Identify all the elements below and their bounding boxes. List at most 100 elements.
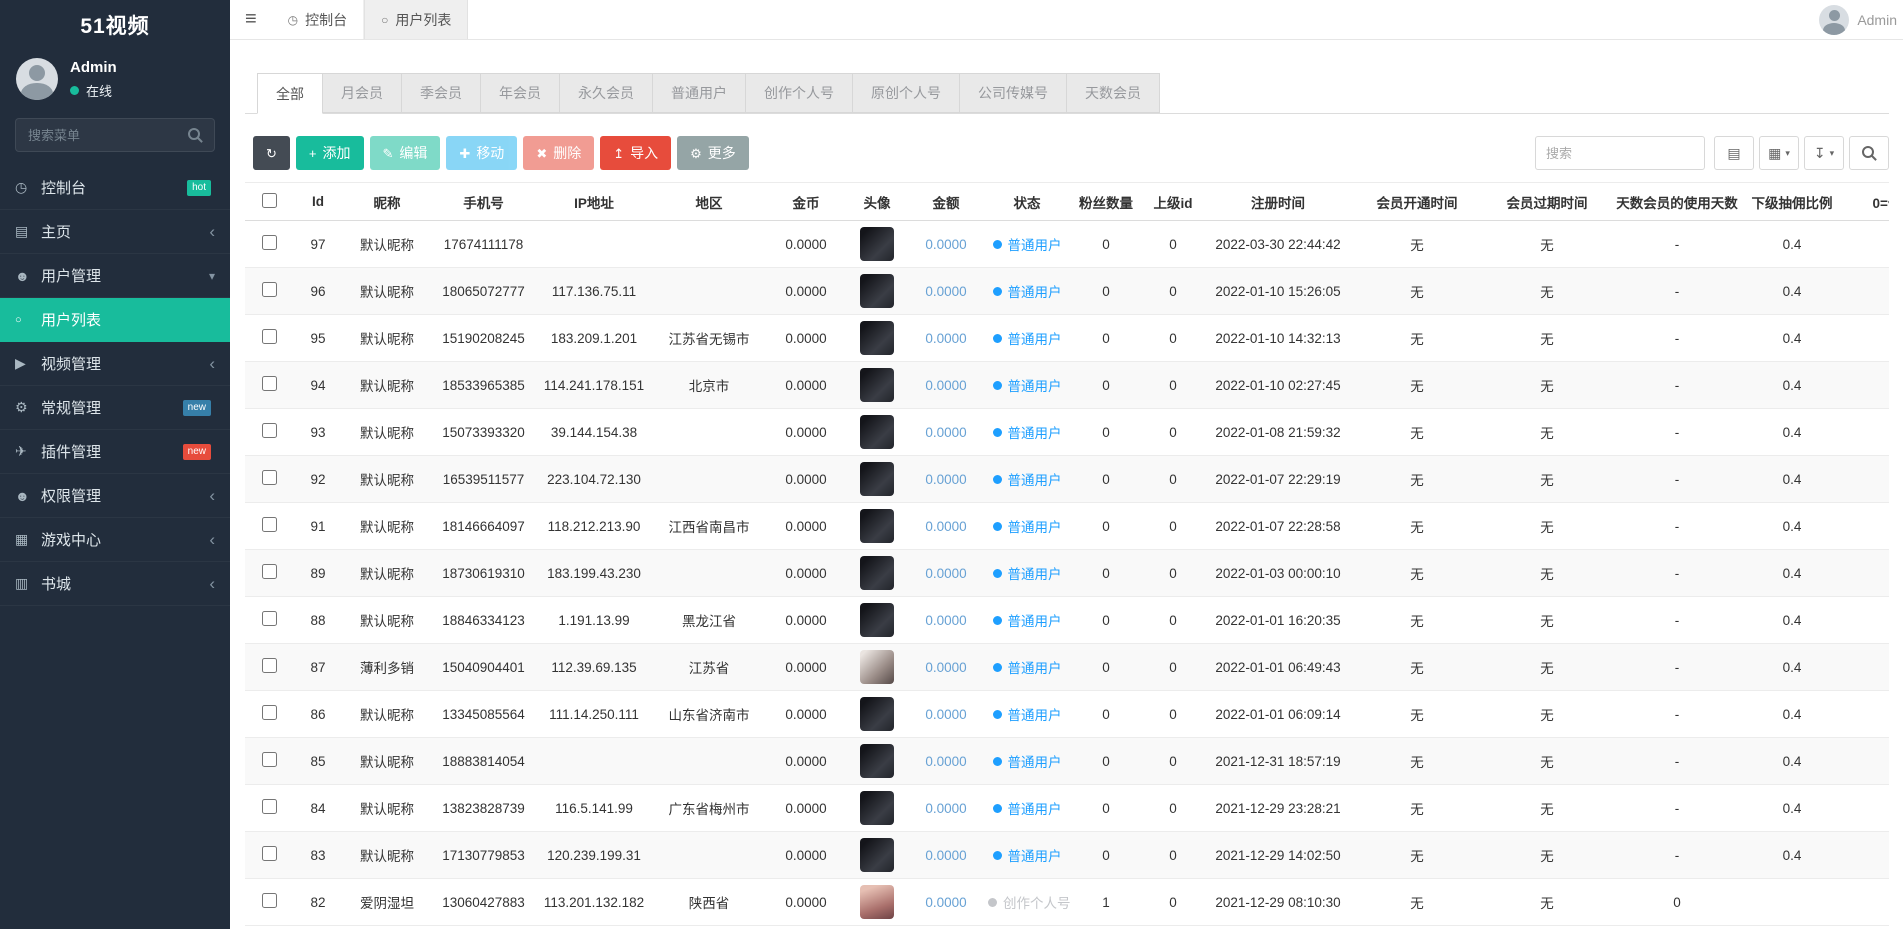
sidebar-item-user-management[interactable]: ☻用户管理▾: [0, 254, 230, 298]
filter-tab-3[interactable]: 年会员: [480, 73, 560, 113]
row-avatar-image[interactable]: [860, 321, 894, 355]
row-checkbox[interactable]: [262, 470, 277, 485]
select-all-checkbox[interactable]: [262, 193, 277, 208]
row-checkbox[interactable]: [262, 517, 277, 532]
cell-amount: 0.0000: [908, 738, 984, 785]
row-checkbox[interactable]: [262, 658, 277, 673]
search-icon[interactable]: [188, 128, 202, 142]
sidebar-item-general-management[interactable]: ⚙常规管理new: [0, 386, 230, 430]
tab-console[interactable]: ◷控制台: [272, 0, 364, 39]
status-badge: 普通用户: [993, 328, 1062, 348]
filter-tab-0[interactable]: 全部: [257, 73, 323, 114]
row-avatar-image[interactable]: [860, 368, 894, 402]
row-avatar-image[interactable]: [860, 227, 894, 261]
search-button[interactable]: [1849, 136, 1889, 170]
cell-ip: 39.144.154.38: [536, 409, 652, 456]
row-avatar-image[interactable]: [860, 274, 894, 308]
cell-state: [1842, 785, 1889, 832]
amount-link[interactable]: 0.0000: [925, 425, 966, 440]
filter-tab-4[interactable]: 永久会员: [559, 73, 653, 113]
filter-tab-8[interactable]: 公司传媒号: [959, 73, 1067, 113]
table-search-input[interactable]: [1535, 136, 1705, 170]
filter-tab-1[interactable]: 月会员: [322, 73, 402, 113]
amount-link[interactable]: 0.0000: [925, 566, 966, 581]
amount-link[interactable]: 0.0000: [925, 801, 966, 816]
more-button[interactable]: ⚙更多: [677, 136, 749, 170]
sidebar-item-game-center[interactable]: ▦游戏中心‹: [0, 518, 230, 562]
sidebar-item-home[interactable]: ▤主页‹: [0, 210, 230, 254]
import-button[interactable]: ↥导入: [600, 136, 671, 170]
row-checkbox[interactable]: [262, 846, 277, 861]
row-checkbox[interactable]: [262, 235, 277, 250]
amount-link[interactable]: 0.0000: [925, 613, 966, 628]
row-checkbox[interactable]: [262, 376, 277, 391]
cell-status: 普通用户: [984, 221, 1070, 268]
sidebar-item-plugin-management[interactable]: ✈插件管理new: [0, 430, 230, 474]
cell-nickname: 默认昵称: [343, 550, 431, 597]
status-dot-icon: [993, 334, 1002, 343]
sidebar-search-input[interactable]: [15, 118, 215, 152]
amount-link[interactable]: 0.0000: [925, 895, 966, 910]
amount-link[interactable]: 0.0000: [925, 660, 966, 675]
caret-down-icon: ▾: [1830, 148, 1835, 159]
export-button[interactable]: ↧▾: [1804, 136, 1844, 170]
sidebar-item-dashboard[interactable]: ◷控制台hot: [0, 166, 230, 210]
row-checkbox[interactable]: [262, 329, 277, 344]
delete-button[interactable]: ✖删除: [523, 136, 594, 170]
refresh-button[interactable]: ↻: [253, 136, 290, 170]
row-avatar-image[interactable]: [860, 697, 894, 731]
topbar-user[interactable]: Admin: [1819, 0, 1897, 40]
cell-status: 普通用户: [984, 597, 1070, 644]
cell-phone: 18533965385: [431, 362, 536, 409]
row-checkbox[interactable]: [262, 423, 277, 438]
filter-tab-9[interactable]: 天数会员: [1066, 73, 1160, 113]
cell-state: [1842, 456, 1889, 503]
columns-button[interactable]: ▦▾: [1759, 136, 1799, 170]
tab-user-list[interactable]: ○用户列表: [364, 0, 468, 39]
amount-link[interactable]: 0.0000: [925, 848, 966, 863]
row-avatar-image[interactable]: [860, 556, 894, 590]
cell-days: -: [1612, 785, 1742, 832]
hamburger-icon[interactable]: ≡: [230, 0, 272, 39]
row-avatar-image[interactable]: [860, 650, 894, 684]
row-avatar-image[interactable]: [860, 603, 894, 637]
filter-tab-7[interactable]: 原创个人号: [852, 73, 960, 113]
sidebar-item-video-management[interactable]: ▶视频管理‹: [0, 342, 230, 386]
cell-state: [1842, 550, 1889, 597]
amount-link[interactable]: 0.0000: [925, 519, 966, 534]
row-avatar-image[interactable]: [860, 415, 894, 449]
move-button[interactable]: ✚移动: [446, 136, 517, 170]
sidebar-item-book-city[interactable]: ▥书城‹: [0, 562, 230, 606]
amount-link[interactable]: 0.0000: [925, 284, 966, 299]
sidebar-item-user-list[interactable]: ○用户列表: [0, 298, 230, 342]
row-avatar-image[interactable]: [860, 838, 894, 872]
row-checkbox[interactable]: [262, 282, 277, 297]
amount-link[interactable]: 0.0000: [925, 707, 966, 722]
amount-link[interactable]: 0.0000: [925, 378, 966, 393]
amount-link[interactable]: 0.0000: [925, 237, 966, 252]
row-checkbox[interactable]: [262, 705, 277, 720]
row-avatar-image[interactable]: [860, 744, 894, 778]
row-checkbox[interactable]: [262, 799, 277, 814]
filter-tab-5[interactable]: 普通用户: [652, 73, 746, 113]
row-avatar-image[interactable]: [860, 885, 894, 919]
row-avatar-image[interactable]: [860, 462, 894, 496]
amount-link[interactable]: 0.0000: [925, 472, 966, 487]
filter-tab-6[interactable]: 创作个人号: [745, 73, 853, 113]
row-checkbox[interactable]: [262, 611, 277, 626]
row-avatar-image[interactable]: [860, 509, 894, 543]
toggle-view-button[interactable]: ▤: [1714, 136, 1754, 170]
amount-link[interactable]: 0.0000: [925, 331, 966, 346]
cell-ip: [536, 738, 652, 785]
cell-phone: 17130779853: [431, 832, 536, 879]
edit-button[interactable]: ✎编辑: [370, 136, 441, 170]
row-checkbox[interactable]: [262, 893, 277, 908]
amount-link[interactable]: 0.0000: [925, 754, 966, 769]
add-button[interactable]: +添加: [296, 136, 364, 170]
row-avatar-image[interactable]: [860, 791, 894, 825]
row-checkbox[interactable]: [262, 564, 277, 579]
table-row: 97默认昵称176741111780.00000.0000普通用户002022-…: [245, 221, 1889, 268]
filter-tab-2[interactable]: 季会员: [401, 73, 481, 113]
row-checkbox[interactable]: [262, 752, 277, 767]
sidebar-item-permission-management[interactable]: ☻权限管理‹: [0, 474, 230, 518]
